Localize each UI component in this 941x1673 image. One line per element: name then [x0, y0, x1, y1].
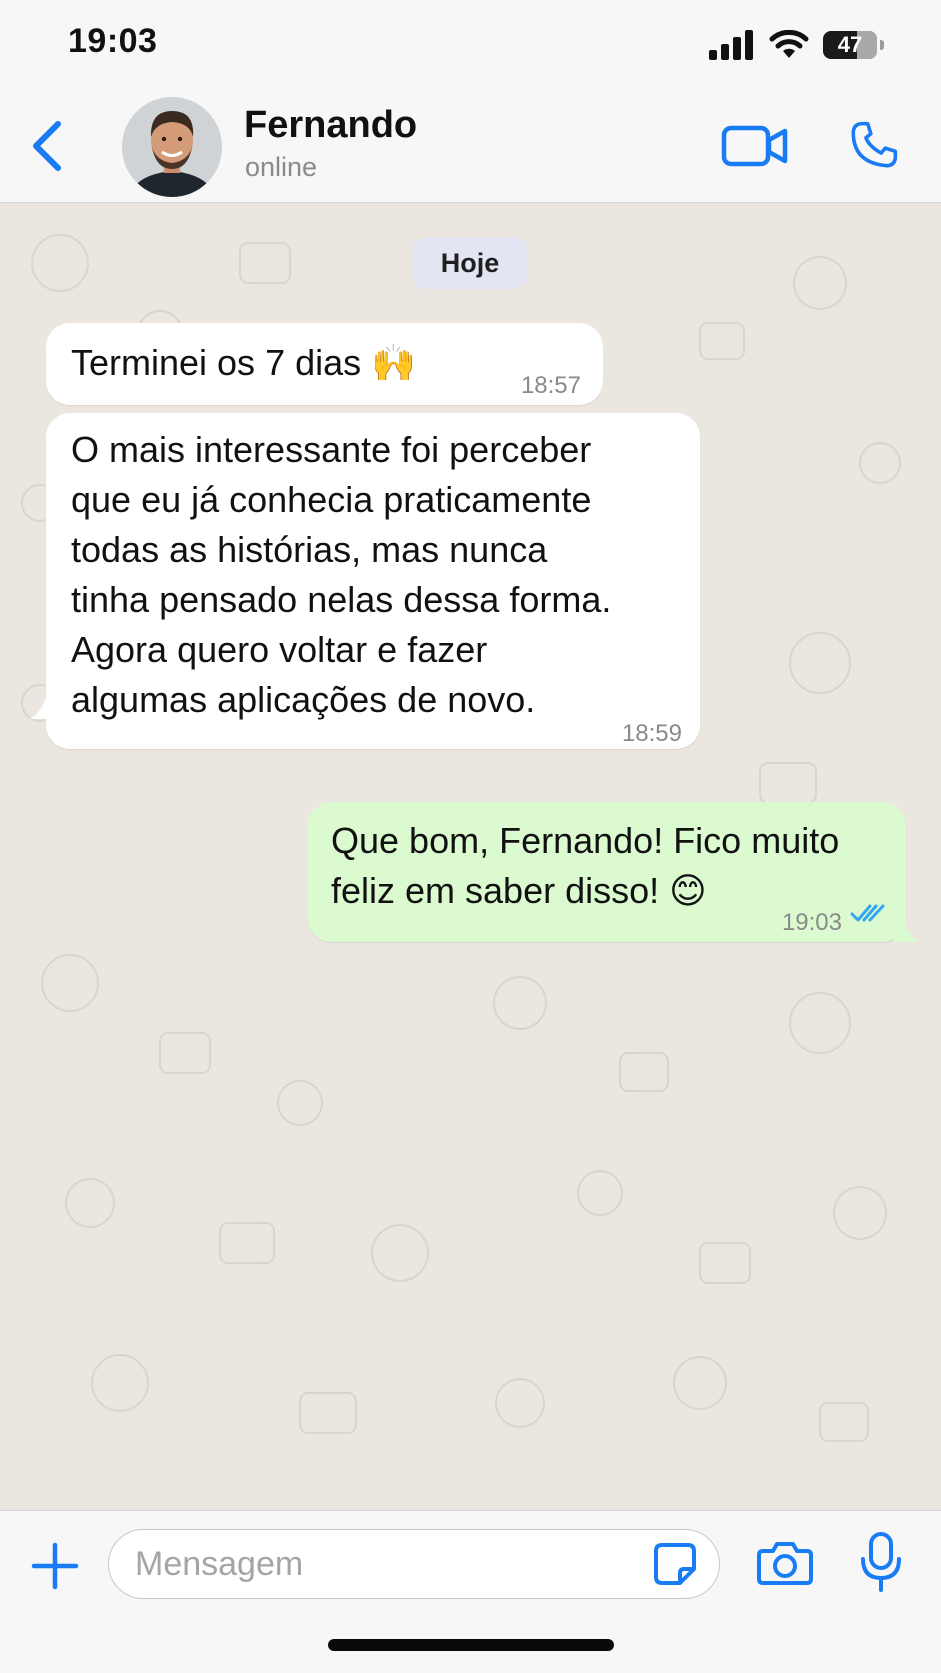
back-chevron-icon	[33, 121, 61, 171]
chat-area[interactable]: Hoje Terminei os 7 dias 🙌 18:57 O mais i…	[0, 203, 941, 1510]
battery-icon: 47	[823, 31, 884, 59]
signal-icon	[709, 30, 753, 60]
camera-button[interactable]	[756, 1537, 814, 1589]
sticker-icon	[654, 1543, 696, 1585]
status-bar: 19:03 47	[0, 0, 941, 92]
battery-level: 47	[837, 32, 863, 57]
contact-status: online	[245, 152, 318, 182]
sticker-button[interactable]	[651, 1540, 699, 1588]
bubble-tail	[894, 912, 920, 942]
message-input-bar	[0, 1510, 941, 1673]
voice-call-button[interactable]	[845, 114, 903, 176]
contact-name[interactable]: Fernando	[244, 104, 417, 147]
message-time: 18:59	[621, 720, 682, 747]
camera-icon	[757, 1542, 813, 1585]
double-check-icon	[850, 904, 885, 922]
microphone-button[interactable]	[858, 1531, 904, 1593]
message-field[interactable]	[108, 1529, 720, 1599]
status-icons: 47	[709, 30, 884, 60]
bubble-tail	[30, 689, 56, 719]
phone-icon	[851, 121, 898, 168]
wifi-icon	[769, 30, 809, 58]
message-text: Terminei os 7 dias 🙌	[71, 342, 416, 383]
plus-icon	[31, 1542, 79, 1590]
message-text: O mais interessante foi perceber que eu …	[71, 429, 612, 720]
avatar-image	[122, 97, 222, 197]
avatar[interactable]	[122, 97, 222, 197]
home-indicator	[328, 1639, 614, 1651]
message-time: 18:57	[520, 372, 581, 399]
message-bubble-incoming[interactable]: O mais interessante foi perceber que eu …	[46, 413, 700, 749]
message-bubble-incoming[interactable]: Terminei os 7 dias 🙌 18:57	[46, 323, 603, 405]
message-input[interactable]	[133, 1530, 617, 1598]
microphone-icon	[861, 1532, 901, 1592]
back-button[interactable]	[22, 114, 72, 178]
message-text: Que bom, Fernando! Fico muito feliz em s…	[331, 820, 840, 911]
message-time: 19:03	[781, 909, 842, 936]
video-call-button[interactable]	[720, 120, 790, 172]
attach-button[interactable]	[28, 1539, 82, 1593]
chat-header: Fernando online	[0, 92, 941, 203]
video-camera-icon	[721, 125, 788, 167]
date-chip: Hoje	[412, 237, 528, 289]
status-time: 19:03	[68, 22, 158, 60]
message-bubble-outgoing[interactable]: Que bom, Fernando! Fico muito feliz em s…	[307, 802, 906, 942]
